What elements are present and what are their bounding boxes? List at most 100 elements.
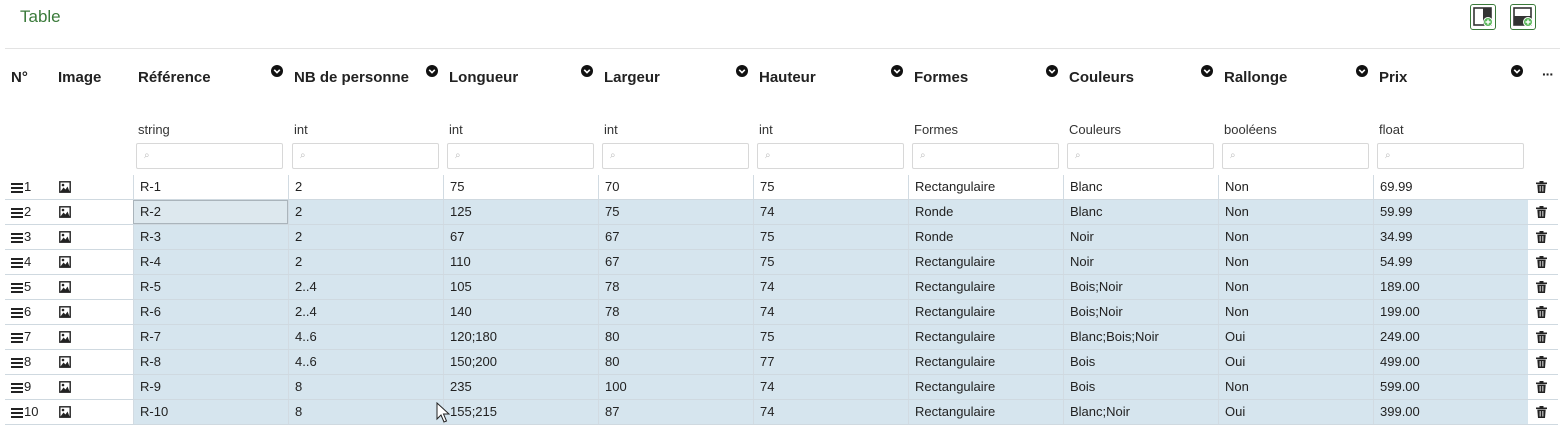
cell-couleurs[interactable]: Blanc [1063, 175, 1218, 199]
add-column-button[interactable] [1470, 4, 1496, 30]
cell-formes[interactable]: Rectangulaire [908, 250, 1063, 274]
cell-longueur[interactable]: 120;180 [443, 325, 598, 349]
cell-couleurs[interactable]: Blanc;Noir [1063, 400, 1218, 424]
cell-hauteur[interactable]: 75 [753, 325, 908, 349]
cell-nb-personne[interactable]: 2 [288, 175, 443, 199]
cell-couleurs[interactable]: Noir [1063, 225, 1218, 249]
column-header-image[interactable]: Image [58, 69, 101, 86]
filter-input[interactable]: ⌕ [447, 143, 594, 169]
image-icon[interactable] [59, 231, 71, 243]
cell-reference[interactable]: R-1 [133, 175, 288, 199]
drag-handle-icon[interactable] [11, 282, 23, 293]
cell-rallonge[interactable]: Non [1218, 275, 1373, 299]
table-row[interactable]: 2 R-2 2 125 75 74 Ronde Blanc Non 59.99 [5, 200, 1558, 225]
column-header-hauteur[interactable]: Hauteur [759, 69, 816, 86]
cell-reference[interactable]: R-7 [133, 325, 288, 349]
column-header-num[interactable]: N° [11, 69, 28, 86]
more-columns-button[interactable]: ··· [1542, 66, 1554, 82]
drag-handle-icon[interactable] [11, 382, 23, 393]
cell-rallonge[interactable]: Non [1218, 300, 1373, 324]
row-number[interactable]: 9 [5, 375, 52, 399]
chevron-down-icon[interactable] [1511, 65, 1523, 77]
table-row[interactable]: 7 R-7 4..6 120;180 80 75 Rectangulaire Blanc;Bo… [5, 325, 1558, 350]
cell-largeur[interactable]: 80 [598, 350, 753, 374]
cell-formes[interactable]: Ronde [908, 200, 1063, 224]
cell-nb-personne[interactable]: 2 [288, 200, 443, 224]
table-row[interactable]: 4 R-4 2 110 67 75 Rectangulaire Noir Non 54.99 [5, 250, 1558, 275]
cell-largeur[interactable]: 75 [598, 200, 753, 224]
cell-prix[interactable]: 499.00 [1373, 350, 1528, 374]
cell-reference[interactable]: R-3 [133, 225, 288, 249]
drag-handle-icon[interactable] [11, 332, 23, 343]
delete-row-button[interactable] [1528, 400, 1558, 424]
image-cell[interactable] [52, 375, 132, 399]
image-cell[interactable] [52, 350, 132, 374]
cell-longueur[interactable]: 67 [443, 225, 598, 249]
cell-longueur[interactable]: 125 [443, 200, 598, 224]
cell-longueur[interactable]: 235 [443, 375, 598, 399]
cell-hauteur[interactable]: 74 [753, 400, 908, 424]
cell-hauteur[interactable]: 75 [753, 175, 908, 199]
delete-row-button[interactable] [1528, 250, 1558, 274]
row-number[interactable]: 8 [5, 350, 52, 374]
cell-formes[interactable]: Rectangulaire [908, 300, 1063, 324]
delete-row-button[interactable] [1528, 300, 1558, 324]
table-row[interactable]: 1 R-1 2 75 70 75 Rectangulaire Blanc Non 69.99 [5, 175, 1558, 200]
cell-rallonge[interactable]: Non [1218, 200, 1373, 224]
cell-prix[interactable]: 54.99 [1373, 250, 1528, 274]
cell-rallonge[interactable]: Non [1218, 250, 1373, 274]
row-number[interactable]: 7 [5, 325, 52, 349]
image-icon[interactable] [59, 406, 71, 418]
chevron-down-icon[interactable] [1356, 65, 1368, 77]
column-header-largeur[interactable]: Largeur [604, 69, 660, 86]
image-cell[interactable] [52, 400, 132, 424]
column-header-longueur[interactable]: Longueur [449, 69, 518, 86]
delete-row-button[interactable] [1528, 275, 1558, 299]
filter-input[interactable]: ⌕ [757, 143, 904, 169]
delete-row-button[interactable] [1528, 200, 1558, 224]
cell-hauteur[interactable]: 77 [753, 350, 908, 374]
chevron-down-icon[interactable] [1201, 65, 1213, 77]
cell-largeur[interactable]: 78 [598, 300, 753, 324]
image-icon[interactable] [59, 181, 71, 193]
chevron-down-icon[interactable] [736, 65, 748, 77]
drag-handle-icon[interactable] [11, 407, 23, 418]
cell-prix[interactable]: 59.99 [1373, 200, 1528, 224]
cell-hauteur[interactable]: 75 [753, 225, 908, 249]
delete-row-button[interactable] [1528, 175, 1558, 199]
cell-prix[interactable]: 399.00 [1373, 400, 1528, 424]
cell-largeur[interactable]: 87 [598, 400, 753, 424]
cell-formes[interactable]: Ronde [908, 225, 1063, 249]
cell-prix[interactable]: 249.00 [1373, 325, 1528, 349]
cell-formes[interactable]: Rectangulaire [908, 400, 1063, 424]
cell-prix[interactable]: 199.00 [1373, 300, 1528, 324]
cell-nb-personne[interactable]: 4..6 [288, 350, 443, 374]
cell-couleurs[interactable]: Noir [1063, 250, 1218, 274]
image-icon[interactable] [59, 356, 71, 368]
cell-longueur[interactable]: 140 [443, 300, 598, 324]
cell-rallonge[interactable]: Non [1218, 375, 1373, 399]
column-header-reference[interactable]: Référence [138, 69, 211, 86]
filter-input[interactable]: ⌕ [136, 143, 283, 169]
image-cell[interactable] [52, 175, 132, 199]
cell-nb-personne[interactable]: 8 [288, 375, 443, 399]
cell-prix[interactable]: 69.99 [1373, 175, 1528, 199]
cell-hauteur[interactable]: 74 [753, 275, 908, 299]
cell-rallonge[interactable]: Oui [1218, 325, 1373, 349]
row-number[interactable]: 5 [5, 275, 52, 299]
filter-input[interactable]: ⌕ [1377, 143, 1524, 169]
cell-nb-personne[interactable]: 2..4 [288, 300, 443, 324]
cell-rallonge[interactable]: Non [1218, 225, 1373, 249]
table-row[interactable]: 6 R-6 2..4 140 78 74 Rectangulaire Bois;Noir Non… [5, 300, 1558, 325]
cell-rallonge[interactable]: Oui [1218, 400, 1373, 424]
column-header-formes[interactable]: Formes [914, 69, 968, 86]
cell-largeur[interactable]: 67 [598, 250, 753, 274]
chevron-down-icon[interactable] [891, 65, 903, 77]
cell-reference[interactable]: R-5 [133, 275, 288, 299]
table-row[interactable]: 5 R-5 2..4 105 78 74 Rectangulaire Bois;Noir Non… [5, 275, 1558, 300]
column-header-nb-personne[interactable]: NB de personne [294, 69, 409, 86]
delete-row-button[interactable] [1528, 325, 1558, 349]
filter-input[interactable]: ⌕ [1222, 143, 1369, 169]
cell-hauteur[interactable]: 75 [753, 250, 908, 274]
image-icon[interactable] [59, 331, 71, 343]
